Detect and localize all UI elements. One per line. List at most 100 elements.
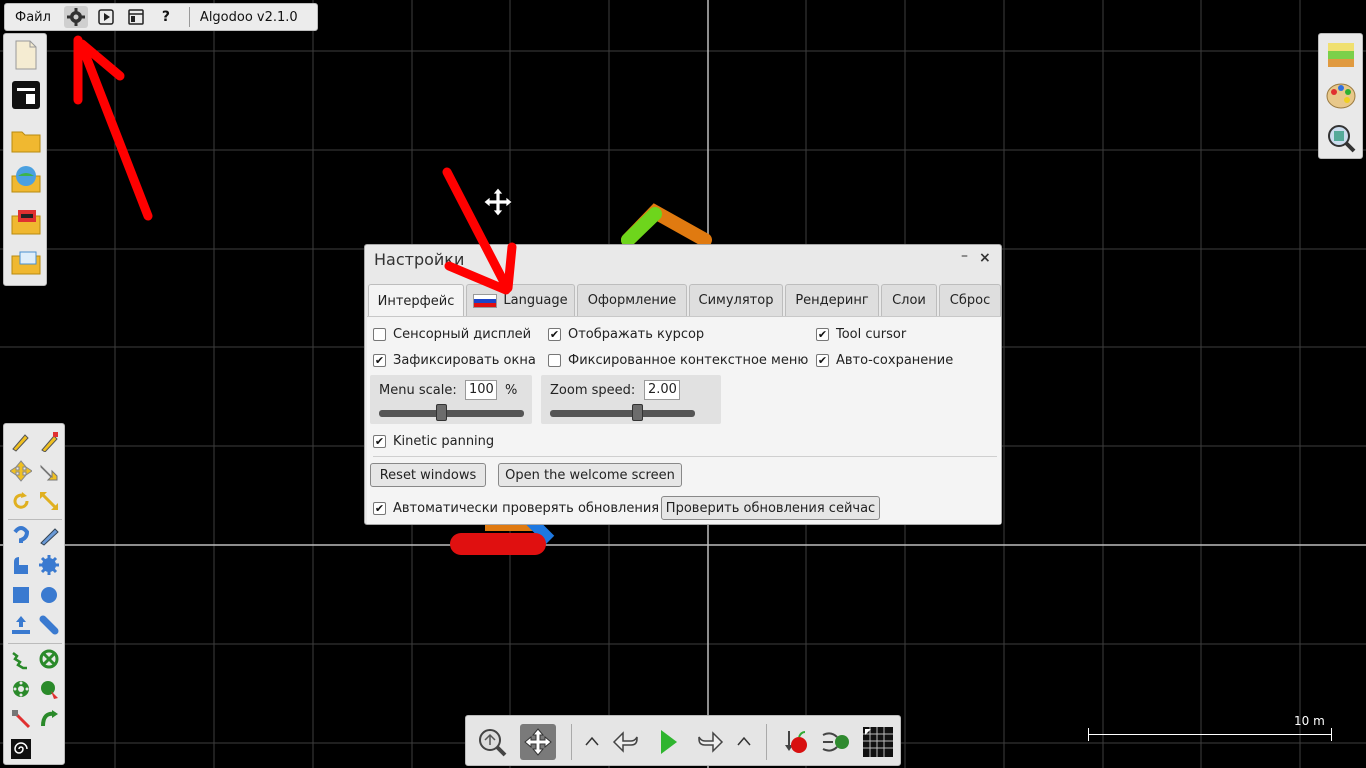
- close-button[interactable]: ×: [979, 250, 991, 266]
- show-cursor-checkbox[interactable]: Отображать курсор: [548, 327, 704, 342]
- tool-cursor-checkbox[interactable]: Tool cursor: [816, 327, 906, 342]
- kinetic-panning-checkbox[interactable]: Kinetic panning: [373, 434, 494, 449]
- air-friction-icon[interactable]: [818, 724, 854, 760]
- pan-icon[interactable]: [520, 724, 556, 760]
- gear-tool-icon[interactable]: [38, 554, 60, 576]
- scale-tool-icon[interactable]: [38, 490, 60, 512]
- file-menu[interactable]: Файл: [5, 10, 61, 25]
- knife-tool-icon[interactable]: [38, 524, 60, 546]
- hinge-tool-icon[interactable]: [10, 678, 32, 700]
- laser-tool-icon[interactable]: [10, 708, 32, 730]
- lock-windows-checkbox[interactable]: Зафиксировать окна: [373, 353, 536, 368]
- zoom-speed-slider-thumb[interactable]: [631, 404, 643, 421]
- checkbox-label: Зафиксировать окна: [393, 353, 536, 368]
- auto-save-checkbox[interactable]: Авто-сохранение: [816, 353, 953, 368]
- help-icon[interactable]: ?: [154, 6, 178, 28]
- gravity-icon[interactable]: [776, 724, 812, 760]
- divider: [373, 456, 997, 457]
- new-file-icon[interactable]: [10, 39, 42, 71]
- undo-icon[interactable]: [608, 724, 644, 760]
- tab-reset[interactable]: Сброс: [939, 284, 1001, 316]
- chain-tool-icon[interactable]: [38, 614, 60, 636]
- window-icon[interactable]: [124, 6, 148, 28]
- russian-flag-icon: [473, 293, 498, 308]
- tab-interface[interactable]: Интерфейс: [368, 284, 464, 317]
- plane-tool-icon[interactable]: [10, 614, 32, 636]
- sketch-tool-icon[interactable]: [10, 430, 32, 452]
- drag-tool-icon[interactable]: [38, 460, 60, 482]
- tools-panel: [3, 423, 65, 765]
- scale-bar: [1088, 728, 1332, 742]
- tab-label: Симулятор: [698, 293, 774, 308]
- rotate-tool-icon[interactable]: [10, 490, 32, 512]
- minimize-button[interactable]: –: [961, 248, 968, 264]
- app-version: Algodoo v2.1.0: [199, 9, 298, 25]
- rope-tool-icon[interactable]: [10, 524, 32, 546]
- redo-icon[interactable]: [692, 724, 728, 760]
- gear-icon[interactable]: [63, 6, 88, 28]
- auto-check-updates-checkbox[interactable]: Автоматически проверять обновления: [373, 501, 659, 516]
- speed-up-arrow-icon[interactable]: [578, 724, 606, 760]
- touch-display-checkbox[interactable]: Сенсорный дисплей: [373, 327, 531, 342]
- play-icon[interactable]: [94, 6, 118, 28]
- check-updates-now-button[interactable]: Проверить обновления сейчас: [661, 496, 880, 520]
- zoom-inspect-icon[interactable]: [1325, 122, 1357, 154]
- tab-label: Интерфейс: [377, 293, 455, 309]
- tab-language[interactable]: Language: [466, 284, 575, 316]
- divider: [8, 519, 62, 520]
- move-cursor-icon: [483, 187, 513, 217]
- zoom-speed-label: Zoom speed:: [550, 383, 636, 398]
- play-icon[interactable]: [650, 724, 686, 760]
- brush-tool-icon[interactable]: [38, 430, 60, 453]
- fixate-tool-icon[interactable]: [38, 648, 60, 670]
- checkbox-box: [373, 502, 386, 515]
- polygon-tool-icon[interactable]: [10, 554, 32, 576]
- checkbox-box: [373, 435, 386, 448]
- box-tool-icon[interactable]: [10, 584, 32, 606]
- checkbox-box: [548, 328, 561, 341]
- tracer-tool-icon[interactable]: [38, 708, 60, 730]
- examples-folder-icon[interactable]: [10, 206, 42, 238]
- spring-tool-icon[interactable]: [10, 648, 32, 670]
- tab-appearance[interactable]: Оформление: [577, 284, 687, 316]
- scale-label: 10 m: [1294, 714, 1325, 728]
- checkbox-label: Сенсорный дисплей: [393, 327, 532, 342]
- menu-scale-slider-track[interactable]: [379, 410, 524, 417]
- open-welcome-screen-button[interactable]: Open the welcome screen: [498, 463, 682, 487]
- divider: [766, 724, 767, 760]
- tab-label: Слои: [892, 293, 926, 308]
- checkbox-label: Автоматически проверять обновления: [393, 501, 660, 516]
- spiral-tool-icon[interactable]: [10, 738, 32, 760]
- zoom-speed-group: Zoom speed: 2.00: [541, 375, 721, 424]
- tab-simulator[interactable]: Симулятор: [689, 284, 783, 316]
- tab-label: Оформление: [587, 293, 677, 308]
- tab-layers[interactable]: Слои: [881, 284, 937, 316]
- scene-properties-icon[interactable]: [10, 79, 42, 111]
- background-layers-icon[interactable]: [1325, 39, 1357, 71]
- zoom-speed-slider-track[interactable]: [550, 410, 695, 417]
- menu-scale-label: Menu scale:: [379, 383, 457, 398]
- interface-settings-panel: Сенсорный дисплей Отображать курсор Tool…: [367, 316, 1001, 524]
- move-tool-icon[interactable]: [9, 460, 33, 482]
- menu-scale-input[interactable]: 100: [465, 380, 497, 400]
- zoom-speed-input[interactable]: 2.00: [644, 380, 680, 400]
- divider: [8, 643, 62, 644]
- algobox-icon[interactable]: [10, 164, 42, 196]
- tab-label: Language: [503, 293, 568, 308]
- menu-scale-slider-thumb[interactable]: [435, 404, 447, 421]
- tab-rendering[interactable]: Рендеринг: [785, 284, 879, 316]
- lessons-folder-icon[interactable]: [10, 246, 42, 278]
- scale-tick: [1331, 728, 1332, 741]
- grid-icon[interactable]: [860, 724, 896, 760]
- circle-tool-icon[interactable]: [38, 584, 60, 606]
- fixed-context-menu-checkbox[interactable]: Фиксированное контекстное меню: [548, 353, 808, 368]
- thruster-tool-icon[interactable]: [38, 678, 60, 700]
- scale-line: [1088, 734, 1332, 735]
- checkbox-box: [548, 354, 561, 367]
- reset-windows-button[interactable]: Reset windows: [370, 463, 486, 487]
- speed-down-arrow-icon[interactable]: [730, 724, 758, 760]
- open-folder-icon[interactable]: [10, 124, 42, 156]
- palette-icon[interactable]: [1325, 80, 1357, 112]
- divider: [188, 7, 190, 27]
- zoom-icon[interactable]: [474, 724, 510, 760]
